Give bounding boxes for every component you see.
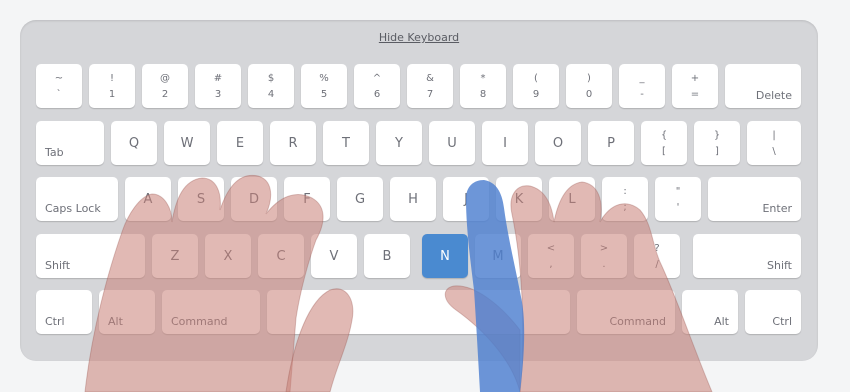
- key-h[interactable]: H: [390, 177, 436, 221]
- key-period[interactable]: >.: [581, 234, 627, 278]
- key-backslash[interactable]: | \: [747, 121, 801, 165]
- key-m[interactable]: M: [475, 234, 521, 278]
- key-f[interactable]: F: [284, 177, 330, 221]
- key-r[interactable]: R: [270, 121, 316, 165]
- key-7[interactable]: & 7: [407, 64, 453, 108]
- key-left-bracket[interactable]: {[: [641, 121, 687, 165]
- key-b[interactable]: B: [364, 234, 410, 278]
- on-screen-keyboard: Hide Keyboard ~ ` ! 1 @2 #3 $4 % 5 ^ 6 & 7 * 8…: [20, 20, 818, 361]
- key-g[interactable]: G: [337, 177, 383, 221]
- key-semicolon[interactable]: :;: [602, 177, 648, 221]
- key-x[interactable]: X: [205, 234, 251, 278]
- key-slash[interactable]: ? /: [634, 234, 680, 278]
- key-enter[interactable]: Enter: [708, 177, 801, 221]
- key-delete[interactable]: Delete: [725, 64, 801, 108]
- key-j[interactable]: J: [443, 177, 489, 221]
- key-5[interactable]: % 5: [301, 64, 347, 108]
- key-8[interactable]: * 8: [460, 64, 506, 108]
- key-e[interactable]: E: [217, 121, 263, 165]
- key-0[interactable]: ) 0: [566, 64, 612, 108]
- key-k[interactable]: K: [496, 177, 542, 221]
- key-i[interactable]: I: [482, 121, 528, 165]
- key-tab[interactable]: Tab: [36, 121, 104, 165]
- key-backtick[interactable]: ~ `: [36, 64, 82, 108]
- key-p[interactable]: P: [588, 121, 634, 165]
- key-t[interactable]: T: [323, 121, 369, 165]
- key-u[interactable]: U: [429, 121, 475, 165]
- key-equals[interactable]: + =: [672, 64, 718, 108]
- key-l[interactable]: L: [549, 177, 595, 221]
- key-o[interactable]: O: [535, 121, 581, 165]
- key-shift-left[interactable]: Shift: [36, 234, 145, 278]
- key-alt-right[interactable]: Alt: [682, 290, 738, 334]
- key-right-bracket[interactable]: }]: [694, 121, 740, 165]
- key-v[interactable]: V: [311, 234, 357, 278]
- key-quote[interactable]: " ': [655, 177, 701, 221]
- key-minus[interactable]: _ -: [619, 64, 665, 108]
- key-d[interactable]: D: [231, 177, 277, 221]
- key-9[interactable]: (9: [513, 64, 559, 108]
- key-n[interactable]: N: [422, 234, 468, 278]
- key-2[interactable]: @2: [142, 64, 188, 108]
- key-ctrl-left[interactable]: Ctrl: [36, 290, 92, 334]
- key-command-right[interactable]: Command: [577, 290, 675, 334]
- key-command-left[interactable]: Command: [162, 290, 260, 334]
- key-s[interactable]: S: [178, 177, 224, 221]
- key-y[interactable]: Y: [376, 121, 422, 165]
- key-4[interactable]: $4: [248, 64, 294, 108]
- key-3[interactable]: #3: [195, 64, 241, 108]
- key-w[interactable]: W: [164, 121, 210, 165]
- key-6[interactable]: ^ 6: [354, 64, 400, 108]
- key-q[interactable]: Q: [111, 121, 157, 165]
- key-alt-left[interactable]: Alt: [99, 290, 155, 334]
- key-caps-lock[interactable]: Caps Lock: [36, 177, 118, 221]
- key-ctrl-right[interactable]: Ctrl: [745, 290, 801, 334]
- key-comma[interactable]: <,: [528, 234, 574, 278]
- key-c[interactable]: C: [258, 234, 304, 278]
- key-shift-right[interactable]: Shift: [693, 234, 801, 278]
- key-space[interactable]: [267, 290, 570, 334]
- key-a[interactable]: A: [125, 177, 171, 221]
- hide-keyboard-link[interactable]: Hide Keyboard: [20, 31, 818, 44]
- key-z[interactable]: Z: [152, 234, 198, 278]
- key-1[interactable]: ! 1: [89, 64, 135, 108]
